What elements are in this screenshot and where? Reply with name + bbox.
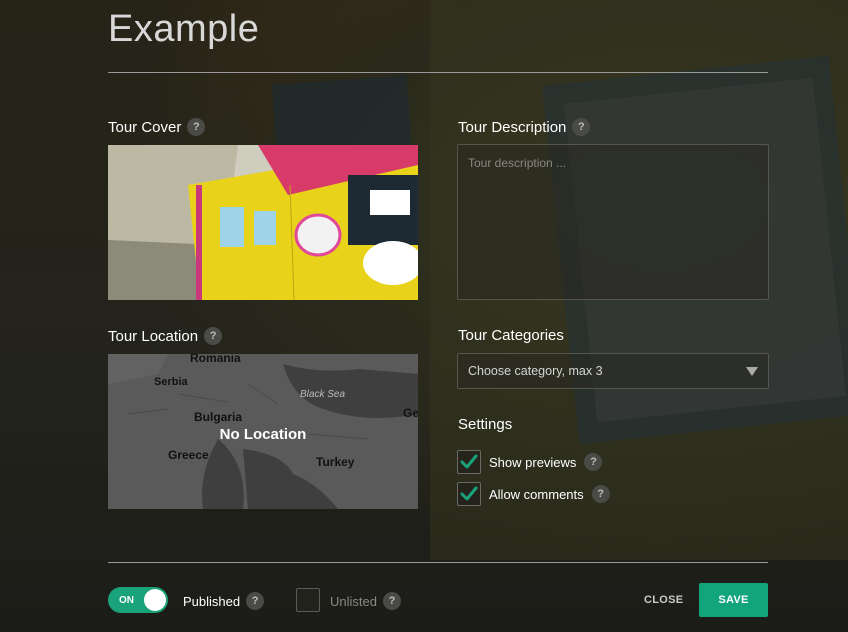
divider-bottom [108, 562, 768, 563]
show-previews-help-icon[interactable]: ? [584, 453, 603, 471]
tour-cover-help-icon[interactable]: ? [187, 118, 206, 136]
unlisted-checkbox[interactable] [296, 588, 320, 612]
category-select-placeholder: Choose category, max 3 [468, 364, 603, 378]
tour-cover-label: Tour Cover [108, 118, 182, 136]
location-map[interactable]: Romania Serbia Black Sea Ge Bulgaria Gre… [108, 354, 418, 509]
tour-location-label: Tour Location [108, 327, 199, 345]
map-label-serbia: Serbia [154, 376, 188, 388]
tour-settings-modal: Example Tour Cover ? Tour Description ? [108, 0, 769, 632]
settings-label-group: Settings [458, 416, 512, 433]
category-select[interactable]: Choose category, max 3 [457, 353, 769, 389]
tour-location-help-icon[interactable]: ? [204, 327, 223, 345]
toggle-knob [144, 589, 166, 611]
checkmark-icon [460, 454, 478, 469]
allow-comments-row: Allow comments ? [457, 482, 610, 506]
tour-location-label-group: Tour Location ? [108, 327, 223, 345]
chevron-down-icon [746, 366, 758, 376]
map-label-turkey: Turkey [316, 455, 355, 469]
map-label-bulgaria: Bulgaria [194, 410, 243, 424]
map-label-greece: Greece [168, 448, 209, 462]
tour-description-help-icon[interactable]: ? [572, 118, 591, 136]
published-label-group: Published ? [183, 592, 265, 610]
allow-comments-label: Allow comments [489, 486, 584, 502]
no-location-text: No Location [219, 426, 307, 443]
divider-top [108, 72, 768, 73]
page-title: Example [108, 8, 260, 50]
show-previews-label: Show previews [489, 454, 577, 470]
cover-photo-illustration [108, 145, 418, 300]
published-help-icon[interactable]: ? [246, 592, 265, 610]
map-label-ge: Ge [403, 406, 418, 420]
toggle-state-text: ON [119, 594, 134, 606]
save-button[interactable]: SAVE [699, 583, 768, 617]
tour-description-label: Tour Description [458, 118, 567, 136]
tour-cover-label-group: Tour Cover ? [108, 118, 206, 136]
map-label-romania: Romania [190, 354, 241, 365]
allow-comments-help-icon[interactable]: ? [591, 485, 610, 503]
show-previews-checkbox[interactable] [457, 450, 481, 474]
show-previews-row: Show previews ? [457, 450, 603, 474]
map-label-black-sea: Black Sea [300, 389, 346, 400]
close-button[interactable]: CLOSE [644, 590, 683, 610]
published-label: Published [183, 593, 241, 609]
tour-description-label-group: Tour Description ? [458, 118, 591, 136]
published-toggle[interactable]: ON [108, 587, 168, 613]
unlisted-label: Unlisted [330, 593, 377, 609]
tour-description-input[interactable] [457, 144, 769, 300]
tour-categories-label: Tour Categories [458, 327, 564, 344]
unlisted-label-group: Unlisted ? [330, 592, 401, 610]
tour-cover-image[interactable] [108, 145, 418, 300]
unlisted-help-icon[interactable]: ? [382, 592, 401, 610]
tour-categories-label-group: Tour Categories [458, 327, 564, 344]
allow-comments-checkbox[interactable] [457, 482, 481, 506]
settings-label: Settings [458, 416, 513, 433]
checkmark-icon [460, 486, 478, 501]
